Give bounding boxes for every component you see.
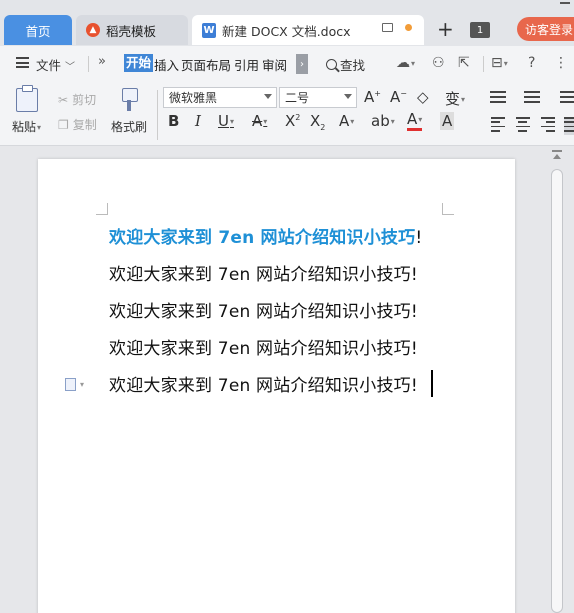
document-icon xyxy=(65,378,76,391)
paste-label: 粘贴▾ xyxy=(12,120,42,134)
align-center-icon[interactable] xyxy=(516,117,530,135)
paragraph-line[interactable]: 欢迎大家来到 7en 网站介绍知识小技巧! xyxy=(109,260,418,285)
font-name-value: 微软雅黑 xyxy=(169,91,218,105)
tab-references[interactable]: 引用 xyxy=(234,55,259,74)
share-user-icon[interactable]: ⚇ xyxy=(432,55,445,71)
decrease-font-icon[interactable]: A− xyxy=(390,88,407,106)
strikethrough-icon[interactable]: A▾ xyxy=(252,112,267,130)
char-shading-icon[interactable]: A xyxy=(440,112,455,130)
chevron-down-icon xyxy=(264,94,272,99)
layout-icon[interactable]: ⊟▾ xyxy=(491,55,508,71)
find-label: 查找 xyxy=(340,58,366,73)
export-icon[interactable]: ⇱ xyxy=(458,55,470,71)
word-doc-icon: W xyxy=(202,22,216,38)
ribbon: 文件 ﹀ » 开始 插入 页面布局 引用 审阅 › 查找 ☁▾ ⚇ ⇱ ⊟▾ ? … xyxy=(0,46,574,146)
tab-template-label: 稻壳模板 xyxy=(106,23,157,39)
more-icon[interactable]: ⋮ xyxy=(554,55,568,71)
double-chevron-icon[interactable]: » xyxy=(98,54,106,69)
paragraph-handle[interactable]: ▾ xyxy=(65,378,84,391)
help-icon[interactable]: ? xyxy=(528,55,535,71)
italic-icon[interactable]: I xyxy=(195,112,201,130)
screen-icon[interactable] xyxy=(382,23,393,32)
document-area: 欢迎大家来到 7en 网站介绍知识小技巧! 欢迎大家来到 7en 网站介绍知识小… xyxy=(0,147,574,613)
minimize-button[interactable] xyxy=(560,2,570,4)
vertical-scrollbar[interactable] xyxy=(548,147,568,613)
margin-marker xyxy=(442,203,454,215)
align-left-icon[interactable] xyxy=(491,117,505,135)
copy-button[interactable]: ❐ 复制 xyxy=(58,116,97,133)
text-cursor xyxy=(431,370,433,397)
tab-home[interactable]: 首页 xyxy=(4,15,72,45)
font-size-select[interactable]: 二号 xyxy=(279,87,357,108)
tab-review[interactable]: 审阅 xyxy=(262,55,287,74)
chevron-down-icon xyxy=(344,94,352,99)
font-size-value: 二号 xyxy=(285,91,310,105)
clear-format-icon[interactable]: ◇ xyxy=(417,88,429,106)
tab-count-button[interactable]: 1 xyxy=(470,22,490,38)
tab-document-label: 新建 DOCX 文档.docx xyxy=(222,23,351,39)
clipboard-icon xyxy=(15,85,38,112)
scissors-icon: ✂ xyxy=(58,92,69,107)
daoke-logo-icon: ▲ xyxy=(86,23,100,37)
cut-button[interactable]: ✂ 剪切 xyxy=(58,91,96,108)
paragraph-line[interactable]: 欢迎大家来到 7en 网站介绍知识小技巧! xyxy=(109,297,418,322)
document-page[interactable]: 欢迎大家来到 7en 网站介绍知识小技巧! 欢迎大家来到 7en 网站介绍知识小… xyxy=(38,159,515,613)
paragraph-line[interactable]: 欢迎大家来到 7en 网站介绍知识小技巧! xyxy=(109,371,418,396)
format-painter-label: 格式刷 xyxy=(111,120,148,134)
scroll-top-icon[interactable] xyxy=(552,150,562,160)
file-menu[interactable]: 文件 ﹀ xyxy=(36,55,75,74)
scroll-thumb[interactable] xyxy=(551,169,563,613)
find-button[interactable]: 查找 xyxy=(326,55,365,74)
chevron-down-icon: ﹀ xyxy=(65,62,76,73)
align-right-icon[interactable] xyxy=(541,117,555,135)
margin-marker xyxy=(96,203,108,215)
justify-icon[interactable] xyxy=(564,117,574,135)
menu-row: 文件 ﹀ » 开始 插入 页面布局 引用 审阅 › 查找 ☁▾ ⚇ ⇱ ⊟▾ ? … xyxy=(0,46,574,82)
menu-icon[interactable] xyxy=(16,57,29,68)
bullet-list-icon[interactable] xyxy=(490,91,506,103)
tab-page-layout[interactable]: 页面布局 xyxy=(181,55,231,74)
search-icon xyxy=(326,59,337,70)
tab-insert[interactable]: 插入 xyxy=(154,55,179,74)
bold-icon[interactable]: B xyxy=(168,112,179,130)
file-menu-label: 文件 xyxy=(36,58,62,73)
tab-bar: 首页 ▲ 稻壳模板 W 新建 DOCX 文档.docx + 1 访客登录 xyxy=(0,0,574,46)
divider xyxy=(88,56,89,72)
login-button[interactable]: 访客登录 xyxy=(517,17,574,41)
tab-start[interactable]: 开始 xyxy=(124,54,154,72)
heading-text: 欢迎大家来到 7en 网站介绍知识小技巧 xyxy=(109,228,416,248)
font-name-select[interactable]: 微软雅黑 xyxy=(163,87,277,108)
numbered-list-icon[interactable] xyxy=(524,91,540,103)
more-tabs-button[interactable]: › xyxy=(296,54,308,74)
phonetic-icon[interactable]: 变▾ xyxy=(445,88,465,109)
heading-punctuation: ! xyxy=(415,228,423,248)
divider xyxy=(157,90,158,140)
highlight-icon[interactable]: ab▾ xyxy=(371,112,395,130)
copy-icon: ❐ xyxy=(58,117,69,132)
chevron-down-icon: ▾ xyxy=(80,380,85,389)
underline-icon[interactable]: U▾ xyxy=(218,112,234,130)
superscript-icon[interactable]: X2 xyxy=(285,112,300,130)
paragraph-line[interactable]: 欢迎大家来到 7en 网站介绍知识小技巧! xyxy=(109,334,418,359)
increase-font-icon[interactable]: A+ xyxy=(364,88,381,106)
text-effect-icon[interactable]: A▾ xyxy=(339,112,354,130)
copy-label: 复制 xyxy=(72,118,97,132)
format-painter-icon xyxy=(119,88,139,112)
divider xyxy=(483,56,484,72)
cut-label: 剪切 xyxy=(72,93,97,107)
font-color-icon[interactable]: A▾ xyxy=(407,112,423,131)
indent-icon[interactable] xyxy=(560,91,574,103)
tab-tools xyxy=(382,23,412,32)
cloud-icon[interactable]: ☁▾ xyxy=(396,55,415,71)
subscript-icon[interactable]: X2 xyxy=(310,112,325,132)
tab-template[interactable]: ▲ 稻壳模板 xyxy=(76,15,188,45)
format-painter-button[interactable]: 格式刷 xyxy=(111,88,147,135)
unsaved-dot-icon xyxy=(405,24,412,31)
paste-button[interactable]: 粘贴▾ xyxy=(12,85,42,135)
new-tab-button[interactable]: + xyxy=(437,19,454,39)
heading-line[interactable]: 欢迎大家来到 7en 网站介绍知识小技巧! xyxy=(109,223,422,248)
